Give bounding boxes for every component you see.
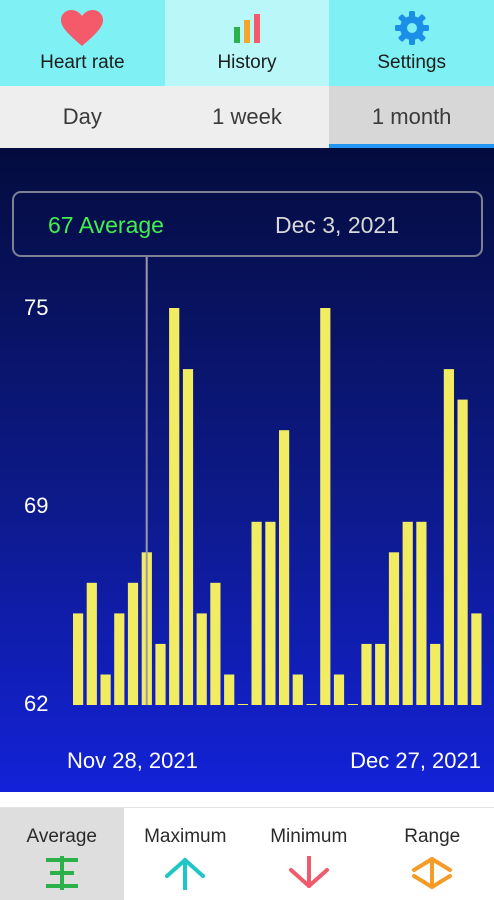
metric-tab-range[interactable]: Range (371, 808, 494, 900)
chart-bar[interactable] (320, 308, 331, 705)
tab-settings-label: Settings (377, 52, 446, 73)
chart-bar[interactable] (279, 430, 290, 705)
chart-bar[interactable] (155, 643, 166, 705)
chart-bar[interactable] (443, 369, 454, 705)
tab-history-label: History (217, 52, 277, 73)
chart-bar[interactable] (471, 613, 482, 705)
chart-bar[interactable] (457, 399, 468, 705)
chart-bar[interactable] (196, 613, 207, 705)
top-navigation: Heart rate History Settings (0, 0, 494, 86)
tab-history[interactable]: History (164, 0, 330, 86)
metric-tab-maximum[interactable]: Maximum (124, 808, 248, 900)
chart-bar[interactable] (333, 674, 345, 706)
tab-settings[interactable]: Settings (329, 0, 494, 86)
chart-bar[interactable] (169, 308, 180, 705)
tab-heart-rate[interactable]: Heart rate (0, 0, 165, 86)
period-selector: Day 1 week 1 month (0, 86, 494, 148)
chart-bar[interactable] (224, 674, 235, 706)
chart-bar[interactable] (361, 643, 372, 705)
y-tick-label-mid: 69 (24, 493, 49, 518)
period-tab-day[interactable]: Day (0, 86, 165, 148)
chart-bar[interactable] (388, 552, 400, 705)
metric-range-label: Range (404, 826, 461, 847)
metric-tab-average[interactable]: Average (0, 808, 124, 900)
tab-heart-rate-label: Heart rate (40, 52, 125, 73)
chart-bar[interactable] (182, 369, 194, 705)
metric-selector: Average Maximum Minimum Range (0, 807, 494, 900)
chart-bar[interactable] (251, 521, 262, 705)
chart-bar[interactable] (292, 674, 303, 706)
chart-bar[interactable] (86, 582, 97, 705)
bar-chart-icon (232, 8, 262, 48)
chart-bar[interactable] (306, 704, 317, 705)
chart-bar[interactable] (265, 521, 276, 705)
x-end-label: Dec 27, 2021 (350, 748, 481, 773)
chart-tooltip: 67 Average Dec 3, 2021 (12, 191, 483, 257)
chart-bar[interactable] (402, 521, 413, 705)
chart-bar[interactable] (210, 582, 221, 705)
metric-minimum-label: Minimum (270, 826, 348, 847)
heart-rate-chart[interactable]: 67 Average Dec 3, 2021 75 69 62 Nov 28, … (0, 148, 494, 792)
metric-maximum-label: Maximum (144, 826, 227, 847)
chart-bar[interactable] (100, 674, 111, 706)
chart-bar[interactable] (375, 643, 386, 705)
metric-tab-minimum[interactable]: Minimum (247, 808, 371, 900)
x-start-label: Nov 28, 2021 (67, 748, 198, 773)
range-icon (412, 857, 453, 889)
chart-bar[interactable] (114, 613, 125, 705)
average-icon (45, 856, 78, 890)
chart-bar[interactable] (237, 704, 248, 705)
tooltip-average: 67 Average (48, 212, 164, 238)
y-tick-label-min: 62 (24, 691, 49, 716)
period-tab-month[interactable]: 1 month (329, 86, 494, 148)
chart-bar[interactable] (347, 704, 358, 705)
chart-bar[interactable] (73, 613, 84, 705)
metric-average-label: Average (26, 826, 97, 847)
arrow-down-icon (288, 856, 329, 888)
heart-icon (60, 8, 104, 48)
chart-bar[interactable] (430, 643, 441, 705)
arrow-up-icon (165, 858, 206, 890)
chart-bar[interactable] (416, 521, 427, 705)
period-tab-week[interactable]: 1 week (165, 86, 330, 148)
tooltip-date: Dec 3, 2021 (274, 212, 399, 238)
gear-icon (394, 8, 430, 48)
y-tick-label-max: 75 (24, 295, 49, 320)
chart-bar[interactable] (127, 582, 139, 705)
